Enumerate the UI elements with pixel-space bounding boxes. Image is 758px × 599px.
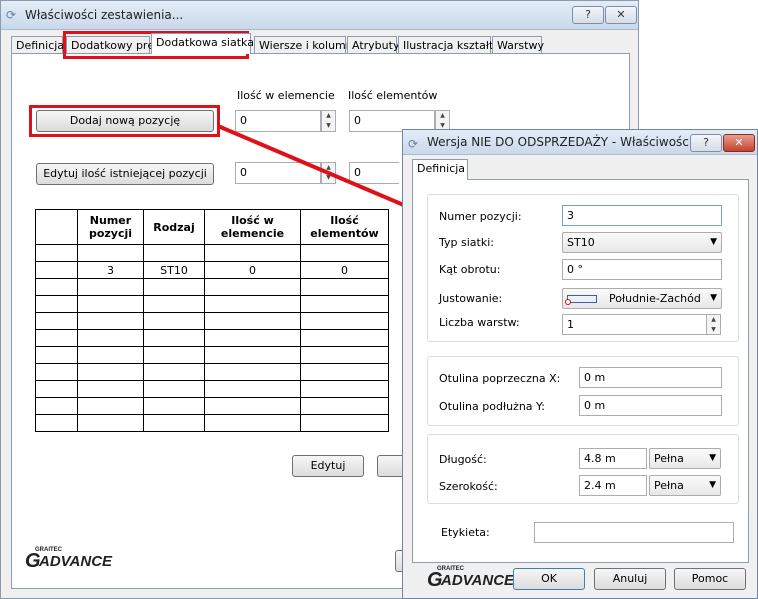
- dialog-close-button[interactable]: ✕: [723, 134, 755, 152]
- otx-label: Otulina poprzeczna X:: [439, 372, 561, 385]
- dialog-help-button[interactable]: ?: [690, 134, 722, 152]
- dl-input[interactable]: 4.8 m: [579, 448, 647, 469]
- just-select[interactable]: Południe-Zachód ▼: [562, 288, 722, 309]
- numer-input[interactable]: 3: [562, 205, 722, 226]
- ok-button[interactable]: OK: [513, 568, 585, 590]
- warstw-spinner[interactable]: ▲ ▼: [706, 314, 721, 335]
- etykieta-input[interactable]: [534, 522, 734, 543]
- dialog-tab-definicja[interactable]: Definicja: [412, 159, 468, 180]
- typ-select[interactable]: ST10 ▼: [562, 232, 722, 253]
- warstw-label: Liczba warstw:: [439, 316, 520, 329]
- warstw-input[interactable]: 1: [562, 314, 707, 335]
- cancel-button[interactable]: Anuluj: [594, 568, 666, 590]
- oty-label: Otulina podłużna Y:: [439, 400, 546, 413]
- justification-icon: [565, 295, 597, 305]
- numer-label: Numer pozycji:: [439, 210, 522, 223]
- help-dialog-button[interactable]: Pomoc: [674, 568, 746, 590]
- typ-label: Typ siatki:: [439, 236, 494, 249]
- dl-mode-select[interactable]: Pełna ▼: [649, 448, 721, 469]
- properties-dialog: ⟳ Wersja NIE DO ODSPRZEDAŻY - Właściwośc…: [402, 129, 758, 599]
- kat-input[interactable]: 0 °: [562, 259, 722, 280]
- sz-input[interactable]: 2.4 m: [579, 475, 647, 496]
- chevron-down-icon: ▼: [710, 293, 717, 303]
- chevron-down-icon: ▼: [710, 237, 717, 247]
- otx-input[interactable]: 0 m: [579, 367, 722, 388]
- sz-label: Szerokość:: [439, 480, 498, 493]
- dl-label: Długość:: [439, 453, 487, 466]
- tab-dodatkowa-siatka[interactable]: Dodatkowa siatka: [151, 33, 254, 54]
- chevron-down-icon: ▼: [709, 480, 716, 490]
- kat-label: Kąt obrotu:: [439, 263, 501, 276]
- oty-input[interactable]: 0 m: [579, 395, 722, 416]
- dialog-titlebar[interactable]: ⟳ Wersja NIE DO ODSPRZEDAŻY - Właściwośc…: [403, 130, 757, 155]
- dialog-title: Wersja NIE DO ODSPRZEDAŻY - Właściwości …: [427, 135, 718, 149]
- sz-mode-select[interactable]: Pełna ▼: [649, 475, 721, 496]
- dialog-app-icon: ⟳: [408, 137, 419, 151]
- just-label: Justowanie:: [439, 292, 503, 305]
- etykieta-label: Etykieta:: [441, 526, 490, 539]
- chevron-down-icon: ▼: [709, 453, 716, 463]
